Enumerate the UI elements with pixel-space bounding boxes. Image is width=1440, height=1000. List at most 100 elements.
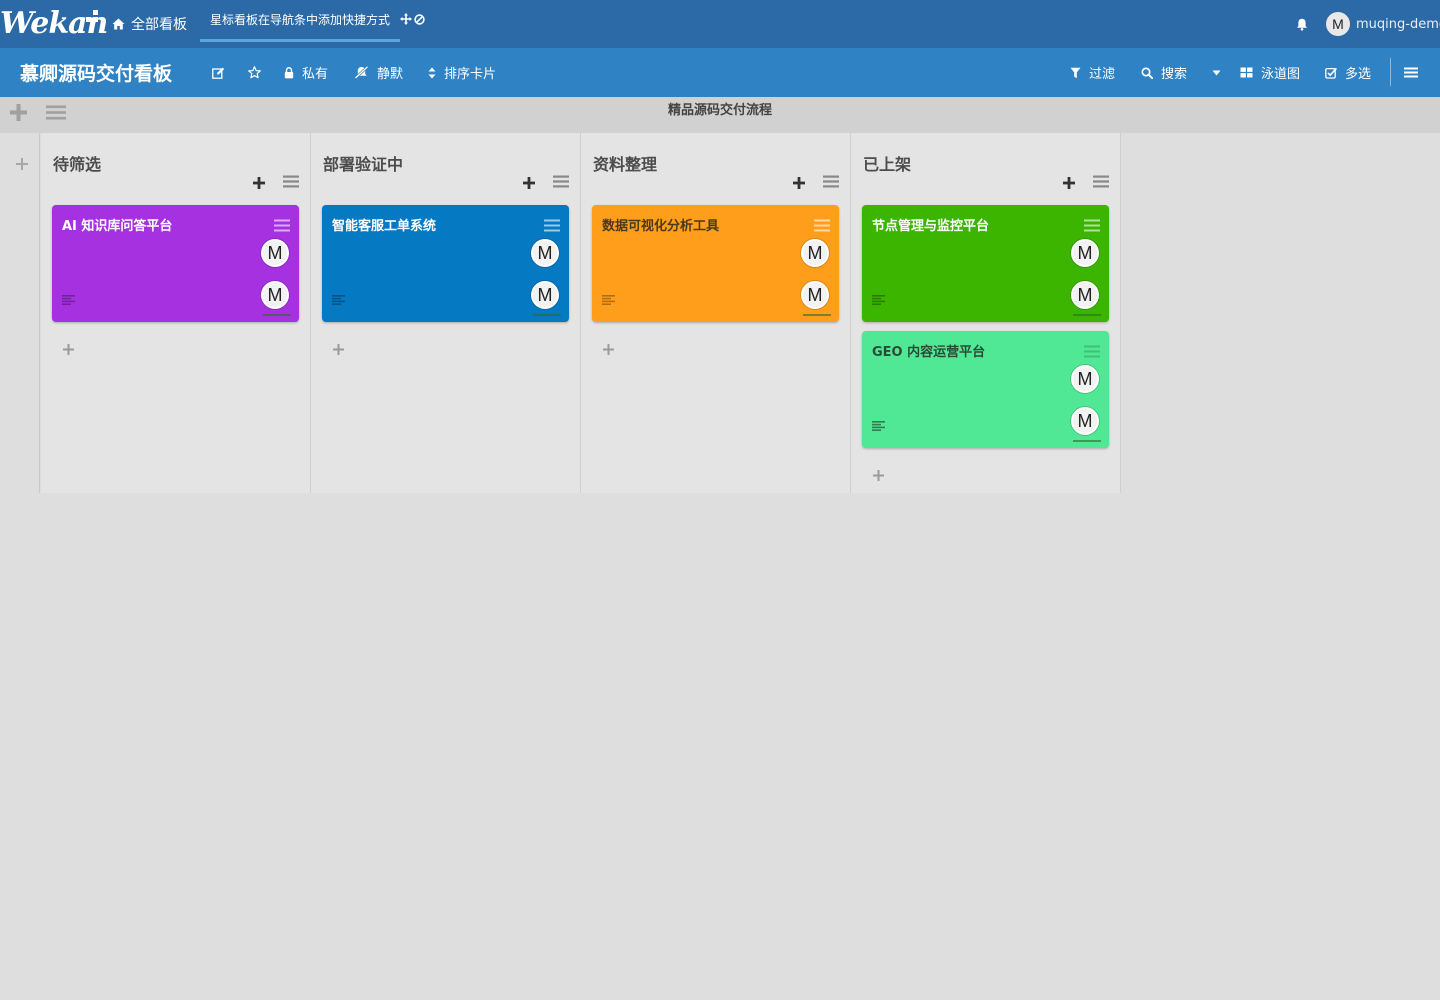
- notifications-button[interactable]: [1296, 0, 1308, 48]
- card-assignee-avatar[interactable]: M: [531, 281, 561, 316]
- plus-icon: [523, 177, 535, 189]
- watch-level-button[interactable]: 静默: [354, 48, 403, 97]
- card-assignee-avatar[interactable]: M: [261, 281, 291, 316]
- card-title: 数据可视化分析工具: [602, 219, 720, 234]
- card[interactable]: AI 知识库问答平台 M M: [52, 205, 299, 322]
- list-title[interactable]: 部署验证中: [323, 151, 403, 175]
- plus-icon: [1063, 177, 1075, 189]
- user-menu[interactable]: M muqing-demo: [1326, 0, 1440, 48]
- header-divider: [1390, 58, 1391, 86]
- add-card-top-button[interactable]: [1063, 174, 1075, 193]
- th-large-icon: [1240, 67, 1253, 78]
- card[interactable]: GEO 内容运营平台 M M: [862, 331, 1109, 448]
- description-icon: [602, 290, 615, 309]
- hamburger-icon: [1404, 67, 1418, 78]
- swimlane-menu-button[interactable]: [46, 105, 66, 124]
- plus-icon: [793, 177, 805, 189]
- home-icon: [112, 18, 125, 30]
- hamburger-icon: [283, 175, 299, 188]
- bell-icon: [1297, 18, 1307, 31]
- add-card-top-button[interactable]: [523, 174, 535, 193]
- list-deploy-verify: 部署验证中 智能客服工单系统 M M: [311, 133, 581, 493]
- add-card-top-button[interactable]: [253, 174, 265, 193]
- wekan-logo[interactable]: Wekan: [0, 4, 108, 44]
- card-member-avatar[interactable]: M: [1071, 239, 1099, 267]
- list-header: 待筛选: [41, 133, 310, 197]
- add-card-bottom-button[interactable]: [873, 466, 884, 485]
- card-menu-button[interactable]: [544, 217, 560, 236]
- all-boards-link[interactable]: 全部看板: [112, 0, 187, 48]
- add-card-bottom-button[interactable]: [603, 340, 614, 359]
- card-member-avatar[interactable]: M: [1071, 365, 1099, 393]
- card[interactable]: 数据可视化分析工具 M M: [592, 205, 839, 322]
- card-menu-button[interactable]: [814, 217, 830, 236]
- star-icon: [248, 66, 261, 79]
- card-member-avatar[interactable]: M: [801, 239, 829, 267]
- add-swimlane-button[interactable]: [10, 104, 27, 125]
- board-header: 慕卿源码交付看板 私有 静默 排序卡片 过滤 搜索 泳道图 多选: [0, 48, 1440, 97]
- add-card-bottom-button[interactable]: [63, 340, 74, 359]
- search-button[interactable]: 搜索: [1141, 48, 1187, 97]
- multiselect-label: 多选: [1345, 67, 1372, 82]
- card-assignee-avatar[interactable]: M: [801, 281, 831, 316]
- swimlane-title[interactable]: 精品源码交付流程: [0, 97, 1440, 127]
- lock-icon: [284, 66, 294, 78]
- board-menu-button[interactable]: [1404, 48, 1418, 97]
- swimlane-view-button[interactable]: 泳道图: [1240, 48, 1300, 97]
- all-boards-label: 全部看板: [131, 17, 187, 33]
- card-menu-button[interactable]: [274, 217, 290, 236]
- plus-icon: [333, 344, 344, 355]
- card[interactable]: 节点管理与监控平台 M M: [862, 205, 1109, 322]
- hamburger-icon: [274, 219, 290, 232]
- list-menu-button[interactable]: [1093, 173, 1109, 192]
- list-header: 已上架: [851, 133, 1120, 197]
- board-title[interactable]: 慕卿源码交付看板: [20, 48, 172, 97]
- card-assignee-avatar[interactable]: M: [1071, 407, 1101, 442]
- add-card-bottom-button[interactable]: [333, 340, 344, 359]
- hamburger-icon: [1084, 219, 1100, 232]
- list-menu-button[interactable]: [823, 173, 839, 192]
- card-menu-button[interactable]: [1084, 217, 1100, 236]
- list-title[interactable]: 已上架: [863, 151, 911, 175]
- add-card-top-button[interactable]: [793, 174, 805, 193]
- list-menu-button[interactable]: [553, 173, 569, 192]
- sort-cards-button[interactable]: 排序卡片: [428, 48, 496, 97]
- plus-icon: [63, 344, 74, 355]
- caret-down-icon: [1212, 70, 1221, 75]
- star-board-button[interactable]: [248, 48, 261, 97]
- card-title: 节点管理与监控平台: [872, 219, 990, 234]
- add-list-button[interactable]: [16, 155, 28, 174]
- hamburger-icon: [1084, 345, 1100, 358]
- card-member-avatar[interactable]: M: [261, 239, 289, 267]
- list-title[interactable]: 待筛选: [53, 151, 101, 175]
- card-assignee-avatar[interactable]: M: [1071, 281, 1101, 316]
- multiselect-button[interactable]: 多选: [1325, 48, 1371, 97]
- filter-button[interactable]: 过滤: [1070, 48, 1115, 97]
- search-icon: [1141, 66, 1153, 79]
- edit-board-button[interactable]: [212, 48, 225, 97]
- list-todo: 待筛选 AI 知识库问答平台 M M: [41, 133, 311, 493]
- list-menu-button[interactable]: [283, 173, 299, 192]
- add-list-column: [0, 133, 40, 493]
- view-switcher-dropdown[interactable]: [1212, 48, 1221, 97]
- description-icon: [872, 290, 885, 309]
- search-label: 搜索: [1161, 67, 1188, 82]
- swimlane-view-label: 泳道图: [1261, 67, 1301, 82]
- board-visibility-button[interactable]: 私有: [284, 48, 328, 97]
- starred-hint-text: 星标看板在导航条中添加快捷方式: [210, 13, 391, 27]
- filter-icon: [1070, 67, 1081, 78]
- bell-slash-icon: [354, 66, 369, 79]
- card-member-avatar[interactable]: M: [531, 239, 559, 267]
- plus-icon: [10, 104, 27, 121]
- list-header: 部署验证中: [311, 133, 580, 197]
- description-icon: [872, 416, 885, 435]
- card[interactable]: 智能客服工单系统 M M: [322, 205, 569, 322]
- hamburger-icon: [46, 105, 66, 120]
- top-header: Wekan 全部看板 星标看板在导航条中添加快捷方式 M muqing-demo: [0, 0, 1440, 48]
- list-title[interactable]: 资料整理: [593, 151, 657, 175]
- filter-label: 过滤: [1089, 67, 1116, 82]
- ban-icon[interactable]: [414, 13, 425, 25]
- private-label: 私有: [302, 67, 329, 82]
- card-menu-button[interactable]: [1084, 343, 1100, 362]
- check-square-icon: [1325, 67, 1337, 79]
